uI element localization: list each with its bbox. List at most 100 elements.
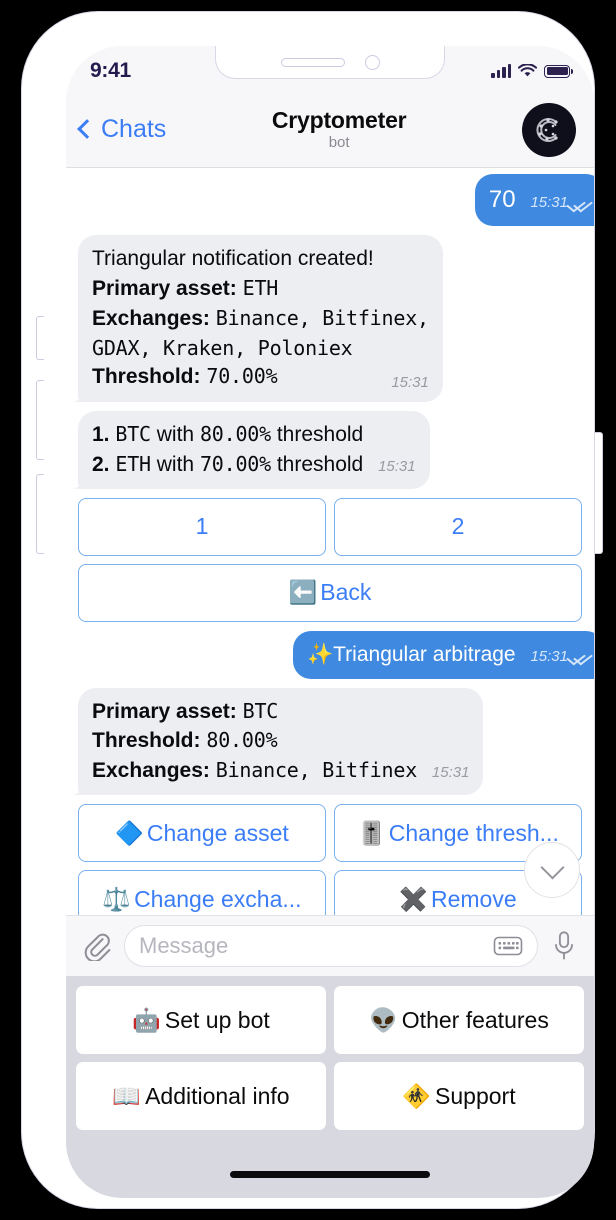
inline-button-label: Change excha... bbox=[134, 885, 302, 912]
primary-asset-value: ETH bbox=[242, 275, 279, 300]
children-crossing-icon: 🚸 bbox=[402, 1082, 432, 1109]
list-item: 1. BTC with 80.00% threshold bbox=[92, 420, 416, 450]
reply-keyboard-row: 📖 Additional info 🚸 Support bbox=[76, 1062, 584, 1130]
chat-subtitle: bot bbox=[328, 133, 350, 151]
list-item-tail: threshold bbox=[276, 453, 364, 477]
power-button[interactable] bbox=[595, 432, 603, 554]
message-row-incoming: Triangular notification created! Primary… bbox=[66, 235, 594, 403]
primary-asset-value: BTC bbox=[242, 698, 279, 723]
nav-titles[interactable]: Cryptometer bot bbox=[156, 107, 522, 151]
message-list[interactable]: 70 15:31 Triangular notification created… bbox=[66, 168, 594, 915]
inline-button-1[interactable]: 1 bbox=[78, 497, 326, 556]
reply-button-label: Additional info bbox=[145, 1082, 290, 1109]
inline-button-change-asset[interactable]: 🔷 Change asset bbox=[78, 804, 326, 863]
chat-title: Cryptometer bbox=[271, 107, 407, 134]
message-time: 15:31 bbox=[530, 194, 568, 211]
chevron-down-icon bbox=[539, 854, 565, 880]
message-text: 70 bbox=[488, 186, 516, 213]
avatar[interactable] bbox=[522, 102, 576, 157]
volume-down-button[interactable] bbox=[36, 474, 44, 554]
inline-button-2[interactable]: 2 bbox=[334, 497, 582, 556]
threshold-label: Threshold bbox=[92, 729, 194, 753]
paperclip-icon[interactable] bbox=[82, 931, 112, 961]
list-item: 2. ETH with 70.00% threshold 15:31 bbox=[92, 450, 416, 480]
phone-frame: 9:41 Chats Cryptometer bot 70 15:31 Tria… bbox=[22, 12, 603, 1208]
message-row-incoming: 1. BTC with 80.00% threshold 2. ETH with… bbox=[66, 411, 594, 489]
message-input-field[interactable]: Message bbox=[124, 925, 538, 967]
primary-asset-label: Primary asset bbox=[92, 276, 230, 300]
list-item-mid: with bbox=[156, 453, 195, 477]
message-time: 15:31 bbox=[378, 458, 416, 476]
reply-keyboard-row: 🤖 Set up bot 👽 Other features bbox=[76, 986, 584, 1054]
back-to-chats-button[interactable]: Chats bbox=[77, 115, 166, 144]
read-receipt-icon bbox=[571, 650, 590, 662]
inline-button-change-exchanges[interactable]: ⚖️ Change excha... bbox=[78, 870, 326, 915]
reply-button-additional-info[interactable]: 📖 Additional info bbox=[76, 1062, 326, 1130]
arrow-left-icon: ⬅️ bbox=[288, 579, 318, 606]
list-item-tail: threshold bbox=[276, 423, 364, 447]
inline-button-label: Change asset bbox=[146, 819, 289, 846]
signal-bars-icon bbox=[491, 64, 511, 78]
cryptometer-logo-icon bbox=[536, 117, 558, 142]
threshold-label: Threshold bbox=[92, 364, 194, 388]
list-item-number: 2. bbox=[92, 453, 110, 477]
message-row-outgoing: 70 15:31 bbox=[66, 174, 594, 227]
volume-up-button[interactable] bbox=[36, 380, 44, 460]
wifi-icon bbox=[518, 64, 537, 77]
inline-button-label: 2 bbox=[451, 513, 465, 540]
robot-icon: 🤖 bbox=[132, 1006, 161, 1033]
primary-asset-line: Primary asset: BTC bbox=[92, 698, 279, 723]
inline-keyboard-row: 🔷 Change asset 🎚️ Change thresh... bbox=[78, 804, 582, 863]
message-bubble-notification-list[interactable]: 1. BTC with 80.00% threshold 2. ETH with… bbox=[78, 411, 430, 489]
sparkles-icon: ✨ bbox=[306, 642, 334, 666]
chevron-left-icon bbox=[77, 119, 97, 139]
reply-button-support[interactable]: 🚸 Support bbox=[334, 1062, 584, 1130]
threshold-line: Threshold: 70.00% 15:31 bbox=[92, 362, 429, 392]
reply-button-set-up-bot[interactable]: 🤖 Set up bot bbox=[76, 986, 326, 1054]
message-bubble-70[interactable]: 70 15:31 bbox=[474, 174, 594, 227]
microphone-icon[interactable] bbox=[550, 930, 578, 962]
exchanges-line: Exchanges: Binance, Bitfinex, bbox=[92, 305, 429, 330]
home-indicator[interactable] bbox=[230, 1170, 430, 1178]
reply-button-other-features[interactable]: 👽 Other features bbox=[334, 986, 584, 1054]
message-time: 15:31 bbox=[530, 647, 568, 665]
home-indicator-area bbox=[66, 1156, 594, 1198]
message-time: 15:31 bbox=[431, 764, 470, 782]
inline-button-label: 1 bbox=[195, 513, 209, 540]
scroll-to-bottom-button[interactable] bbox=[524, 842, 580, 898]
list-item-value: 80.00% bbox=[199, 422, 271, 447]
message-input-bar: Message bbox=[66, 915, 594, 976]
silent-switch-button[interactable] bbox=[36, 316, 44, 360]
exchanges-value-1: Binance, Bitfinex, bbox=[215, 305, 429, 330]
speaker-grille bbox=[280, 57, 345, 67]
list-item-asset: ETH bbox=[115, 452, 151, 477]
inline-button-back[interactable]: ⬅️ Back bbox=[78, 563, 582, 622]
inline-keyboard-row: ⬅️ Back bbox=[78, 563, 582, 622]
message-row-incoming: Primary asset: BTC Threshold: 80.00% Exc… bbox=[66, 687, 594, 796]
list-item-value: 70.00% bbox=[199, 452, 271, 477]
balance-scale-icon: ⚖️ bbox=[102, 885, 132, 912]
message-row-outgoing: ✨Triangular arbitrage 15:31 bbox=[66, 630, 594, 679]
message-text: Triangular arbitrage bbox=[333, 642, 516, 666]
message-bubble-btc-details[interactable]: Primary asset: BTC Threshold: 80.00% Exc… bbox=[78, 687, 484, 796]
exchanges-label: Exchanges bbox=[92, 759, 203, 783]
threshold-value: 70.00% bbox=[206, 363, 278, 388]
front-camera-icon bbox=[364, 54, 380, 70]
list-item-asset: BTC bbox=[115, 422, 151, 447]
list-item-mid: with bbox=[156, 423, 195, 447]
keyboard-icon[interactable] bbox=[493, 934, 523, 958]
status-time: 9:41 bbox=[90, 59, 131, 82]
notification-created-line: Triangular notification created! bbox=[92, 247, 374, 271]
list-item-number: 1. bbox=[92, 423, 110, 447]
inline-button-label: Remove bbox=[430, 885, 517, 912]
message-bubble-notification-created[interactable]: Triangular notification created! Primary… bbox=[78, 235, 443, 403]
battery-icon bbox=[544, 64, 573, 78]
message-bubble-triangular-arbitrage[interactable]: ✨Triangular arbitrage 15:31 bbox=[292, 630, 594, 679]
inline-keyboard-row: ⚖️ Change excha... ✖️ Remove bbox=[78, 870, 582, 915]
diamond-icon: 🔷 bbox=[115, 819, 144, 846]
status-icons bbox=[491, 60, 573, 78]
screenshot-root: 9:41 Chats Cryptometer bot 70 15:31 Tria… bbox=[0, 0, 616, 1220]
inline-keyboard-row: 1 2 bbox=[78, 497, 582, 556]
threshold-line: Threshold: 80.00% bbox=[92, 728, 278, 753]
read-receipt-icon bbox=[571, 197, 590, 209]
